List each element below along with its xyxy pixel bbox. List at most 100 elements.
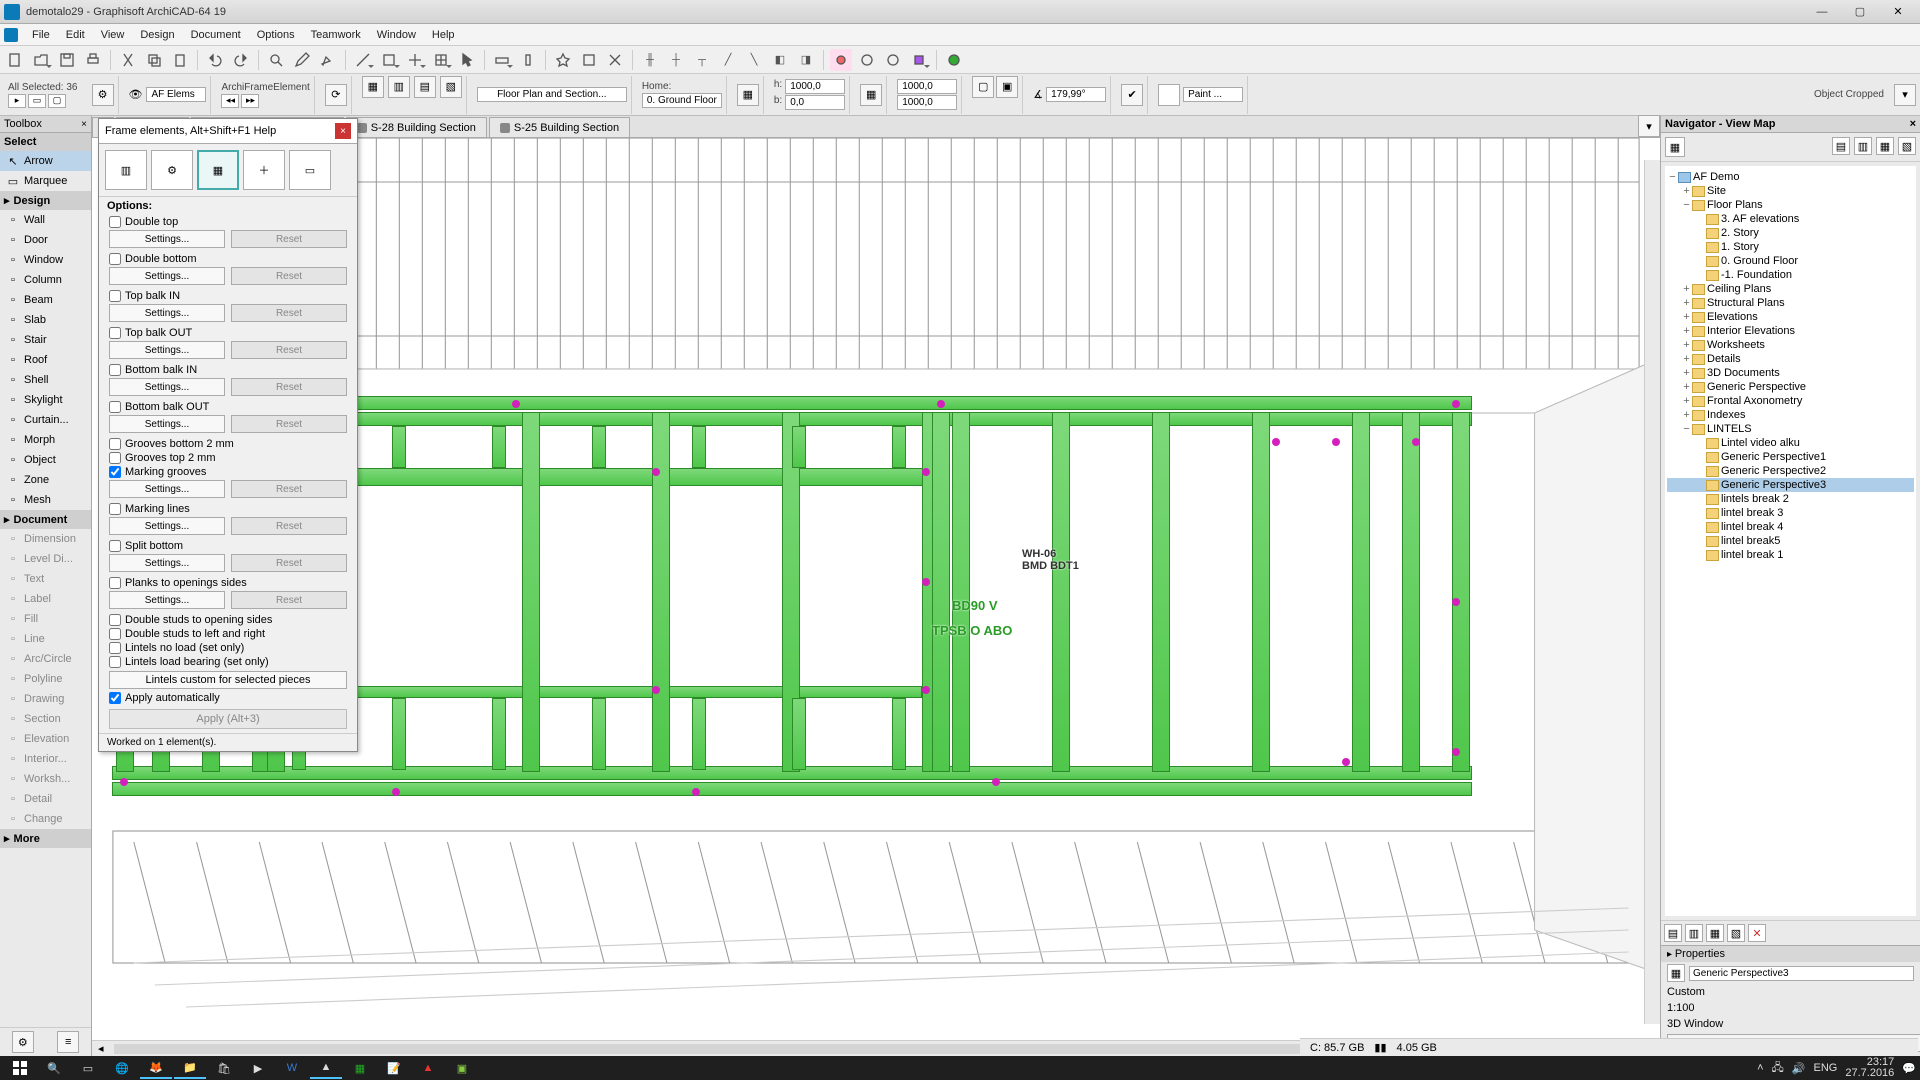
tree-item[interactable]: +Site: [1667, 184, 1914, 198]
tool-skylight[interactable]: ▫Skylight: [0, 390, 91, 410]
floorplan-section-button[interactable]: Floor Plan and Section...: [477, 87, 627, 102]
explorer-icon[interactable]: 📁: [174, 1057, 206, 1079]
tool-label[interactable]: ▫Label: [0, 589, 91, 609]
elem-button[interactable]: [578, 49, 600, 71]
trace-button[interactable]: [378, 49, 400, 71]
edit-6-button[interactable]: ◧: [769, 49, 791, 71]
h-input[interactable]: [785, 79, 845, 94]
settings-button[interactable]: Settings...: [109, 378, 225, 396]
opt-grooves-top-2-mm-checkbox[interactable]: [109, 452, 121, 464]
dim-set-icon[interactable]: ▦: [737, 84, 759, 106]
snap-button[interactable]: [404, 49, 426, 71]
grid-button[interactable]: [430, 49, 452, 71]
menu-document[interactable]: Document: [183, 24, 249, 46]
light-button[interactable]: [830, 49, 852, 71]
cube1-icon[interactable]: ▦: [362, 76, 384, 98]
opt-lintels-no-load-set-only--checkbox[interactable]: [109, 642, 121, 654]
toolbox-list-icon[interactable]: ≡: [57, 1031, 79, 1053]
tree-item[interactable]: +Interior Elevations: [1667, 324, 1914, 338]
taskbar-clock[interactable]: 23:1727.7.2016: [1845, 1057, 1894, 1079]
tree-item[interactable]: Generic Perspective1: [1667, 450, 1914, 464]
opt-marking-lines-checkbox[interactable]: [109, 503, 121, 515]
edit-5-button[interactable]: ╲: [743, 49, 765, 71]
maximize-button[interactable]: ▢: [1842, 2, 1878, 22]
settings-button[interactable]: Settings...: [109, 230, 225, 248]
pencil-button[interactable]: [291, 49, 313, 71]
reset-button[interactable]: Reset: [231, 341, 347, 359]
redo-button[interactable]: [230, 49, 252, 71]
tray-net-icon[interactable]: 🖧: [1772, 1059, 1784, 1078]
w1-input[interactable]: [897, 79, 957, 94]
print-button[interactable]: [82, 49, 104, 71]
app-icon-task[interactable]: ▣: [446, 1057, 478, 1079]
tool-polyline[interactable]: ▫Polyline: [0, 669, 91, 689]
nav-mode-3[interactable]: ▦: [1876, 137, 1894, 155]
opt-grooves-bottom-2-mm-checkbox[interactable]: [109, 438, 121, 450]
toolbox-section-select[interactable]: Select: [0, 133, 91, 151]
tree-item[interactable]: lintels break 2: [1667, 492, 1914, 506]
navigator-tree[interactable]: −AF Demo +Site−Floor Plans3. AF elevatio…: [1665, 166, 1916, 916]
opt-planks-to-openings-sides-checkbox[interactable]: [109, 577, 121, 589]
navigator-close-icon[interactable]: ×: [1910, 118, 1916, 130]
tool-dimension[interactable]: ▫Dimension: [0, 529, 91, 549]
tab-s25[interactable]: S-25 Building Section: [489, 117, 630, 137]
tool-zone[interactable]: ▫Zone: [0, 470, 91, 490]
b-input[interactable]: [785, 95, 845, 110]
opt-top-balk-in-checkbox[interactable]: [109, 290, 121, 302]
dialog-close-button[interactable]: ×: [335, 123, 351, 139]
edit-3-button[interactable]: ┬: [691, 49, 713, 71]
paint-button[interactable]: Paint ...: [1183, 87, 1243, 102]
tool-stair[interactable]: ▫Stair: [0, 330, 91, 350]
copy-button[interactable]: [143, 49, 165, 71]
settings-button[interactable]: Settings...: [109, 480, 225, 498]
new-doc-button[interactable]: [4, 49, 26, 71]
paste-button[interactable]: [169, 49, 191, 71]
nav-mode-2[interactable]: ▥: [1854, 137, 1872, 155]
tree-item[interactable]: +Details: [1667, 352, 1914, 366]
tool-curtain-[interactable]: ▫Curtain...: [0, 410, 91, 430]
highlight-button[interactable]: [317, 49, 339, 71]
prop-name-field[interactable]: [1689, 966, 1914, 981]
opt-double-bottom-checkbox[interactable]: [109, 253, 121, 265]
cursor-button[interactable]: [456, 49, 478, 71]
edit-7-button[interactable]: ◨: [795, 49, 817, 71]
selection-prev[interactable]: ▸: [8, 94, 26, 108]
reset-button[interactable]: Reset: [231, 480, 347, 498]
tab-s28[interactable]: S-28 Building Section: [346, 117, 487, 137]
tool-mesh[interactable]: ▫Mesh: [0, 490, 91, 510]
tool-arc-circle[interactable]: ▫Arc/Circle: [0, 649, 91, 669]
video-icon[interactable]: ▶: [242, 1057, 274, 1079]
nav-btm-5[interactable]: ✕: [1748, 924, 1766, 942]
settings-button[interactable]: Settings...: [109, 415, 225, 433]
tool-beam[interactable]: ▫Beam: [0, 290, 91, 310]
tree-item[interactable]: +Structural Plans: [1667, 296, 1914, 310]
tree-item[interactable]: +Frontal Axonometry: [1667, 394, 1914, 408]
opt-top-balk-out-checkbox[interactable]: [109, 327, 121, 339]
cube4-icon[interactable]: ▧: [440, 76, 462, 98]
w2-input[interactable]: [897, 95, 957, 110]
tool-level-di-[interactable]: ▫Level Di...: [0, 549, 91, 569]
check-icon[interactable]: ✔: [1121, 84, 1143, 106]
settings-button[interactable]: Settings...: [109, 341, 225, 359]
close-button[interactable]: ✕: [1880, 2, 1916, 22]
attrib-button[interactable]: [856, 49, 878, 71]
tree-root[interactable]: AF Demo: [1693, 171, 1739, 183]
tool-elevation[interactable]: ▫Elevation: [0, 729, 91, 749]
selection-box[interactable]: ▭: [28, 94, 46, 108]
home-story-field[interactable]: 0. Ground Floor: [642, 93, 722, 108]
reset-button[interactable]: Reset: [231, 591, 347, 609]
tree-item[interactable]: +Generic Perspective: [1667, 380, 1914, 394]
nav-btm-3[interactable]: ▦: [1706, 924, 1724, 942]
tab-overflow[interactable]: ▾: [1638, 115, 1660, 137]
tool-shell[interactable]: ▫Shell: [0, 370, 91, 390]
info-gear-icon[interactable]: ⚙: [92, 84, 114, 106]
tool-object[interactable]: ▫Object: [0, 450, 91, 470]
scrollbar-v[interactable]: [1644, 160, 1660, 1024]
menu-help[interactable]: Help: [424, 24, 463, 46]
search-icon[interactable]: 🔍: [38, 1057, 70, 1079]
mirror1-icon[interactable]: ▢: [972, 76, 994, 98]
opt-double-studs-to-opening-sides-checkbox[interactable]: [109, 614, 121, 626]
paint-swatch[interactable]: [1158, 84, 1180, 106]
tool-fill[interactable]: ▫Fill: [0, 609, 91, 629]
toolbox-section-document[interactable]: ▸ Document: [0, 510, 91, 529]
